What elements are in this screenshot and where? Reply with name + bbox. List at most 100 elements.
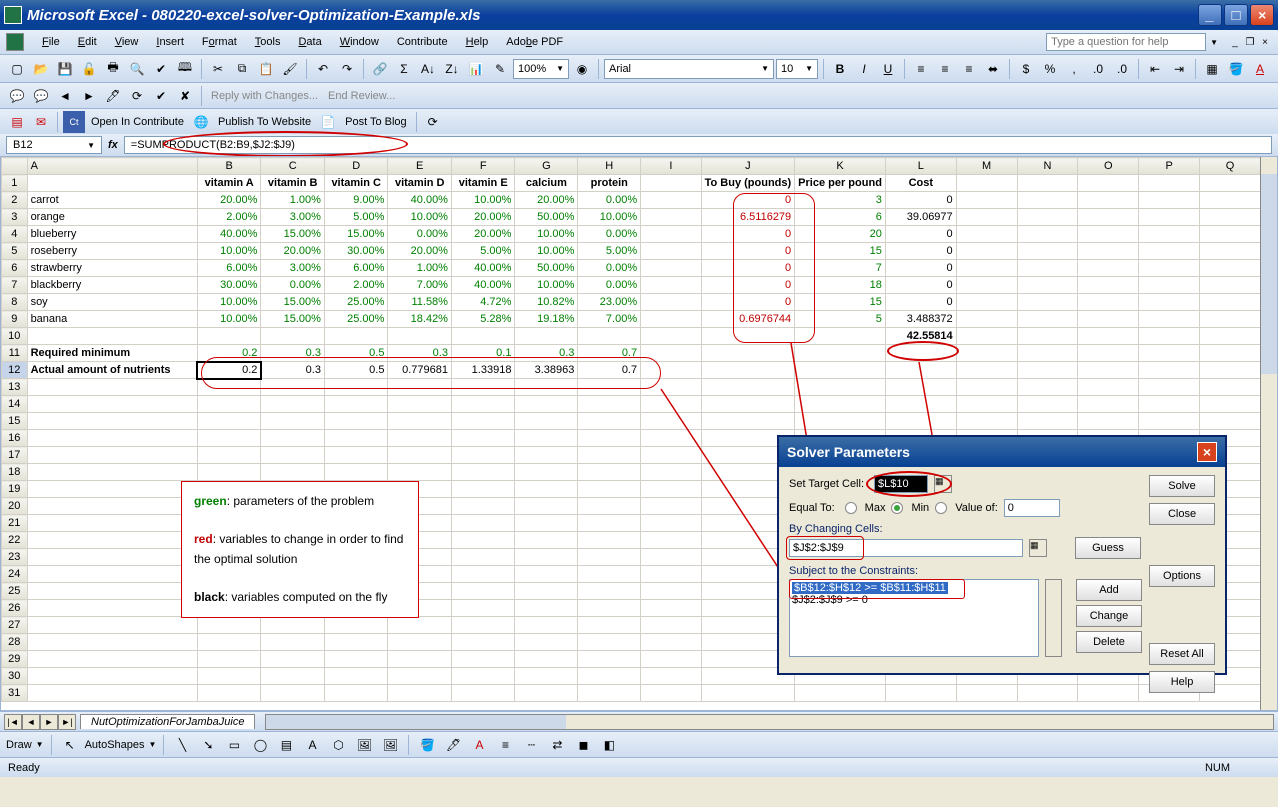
- last-sheet-button[interactable]: ►|: [58, 714, 76, 730]
- menu-help[interactable]: Help: [458, 33, 497, 51]
- reset-button[interactable]: Reset All: [1149, 643, 1215, 665]
- col-F[interactable]: F: [451, 158, 514, 175]
- row-28[interactable]: 28: [2, 634, 28, 651]
- line-icon[interactable]: ╲: [171, 734, 193, 756]
- row-5[interactable]: 5: [2, 243, 28, 260]
- open-contribute-link[interactable]: Open In Contribute: [87, 116, 188, 128]
- row-13[interactable]: 13: [2, 379, 28, 396]
- print-icon[interactable]: 🖶: [102, 58, 124, 80]
- fill-color-icon[interactable]: 🪣: [1225, 58, 1247, 80]
- underline-button[interactable]: U: [877, 58, 899, 80]
- decrease-indent-icon[interactable]: ⇤: [1144, 58, 1166, 80]
- drawing-icon[interactable]: ✎: [489, 58, 511, 80]
- show-comment-icon[interactable]: 💬: [30, 85, 52, 107]
- col-J[interactable]: J: [701, 158, 795, 175]
- row-17[interactable]: 17: [2, 447, 28, 464]
- col-L[interactable]: L: [885, 158, 956, 175]
- solver-close-button[interactable]: ×: [1197, 442, 1217, 462]
- line-style-icon[interactable]: ≡: [494, 734, 516, 756]
- menu-data[interactable]: Data: [290, 33, 329, 51]
- textbox-icon[interactable]: ▤: [275, 734, 297, 756]
- select-all[interactable]: [2, 158, 28, 175]
- 3d-icon[interactable]: ◧: [598, 734, 620, 756]
- col-B[interactable]: B: [197, 158, 260, 175]
- name-box[interactable]: B12▼: [6, 136, 102, 154]
- paste-icon[interactable]: 📋: [255, 58, 277, 80]
- col-E[interactable]: E: [388, 158, 452, 175]
- open-icon[interactable]: 📂: [30, 58, 52, 80]
- row-29[interactable]: 29: [2, 651, 28, 668]
- row-6[interactable]: 6: [2, 260, 28, 277]
- row-23[interactable]: 23: [2, 549, 28, 566]
- oval-icon[interactable]: ◯: [249, 734, 271, 756]
- row-30[interactable]: 30: [2, 668, 28, 685]
- increase-indent-icon[interactable]: ⇥: [1168, 58, 1190, 80]
- row-27[interactable]: 27: [2, 617, 28, 634]
- max-radio[interactable]: [845, 502, 857, 514]
- doc-close-button[interactable]: ×: [1258, 35, 1272, 49]
- help-button[interactable]: Help: [1149, 671, 1215, 693]
- maximize-button[interactable]: □: [1224, 4, 1248, 26]
- change-button[interactable]: Change: [1076, 605, 1142, 627]
- arrow-style-icon[interactable]: ⇄: [546, 734, 568, 756]
- percent-icon[interactable]: %: [1039, 58, 1061, 80]
- row-11[interactable]: 11: [2, 345, 28, 362]
- menu-contribute[interactable]: Contribute: [389, 33, 456, 51]
- borders-icon[interactable]: ▦: [1201, 58, 1223, 80]
- merge-icon[interactable]: ⬌: [982, 58, 1004, 80]
- row-20[interactable]: 20: [2, 498, 28, 515]
- col-O[interactable]: O: [1078, 158, 1139, 175]
- changing-ref-button[interactable]: ▦: [1029, 539, 1047, 557]
- draw-menu[interactable]: Draw: [6, 739, 32, 751]
- align-right-icon[interactable]: ≡: [958, 58, 980, 80]
- menu-edit[interactable]: Edit: [70, 33, 105, 51]
- fx-icon[interactable]: fx: [108, 139, 118, 151]
- zoom-combo[interactable]: 100%▼: [513, 59, 569, 79]
- ink-icon[interactable]: 🖊: [102, 85, 124, 107]
- save-icon[interactable]: 💾: [54, 58, 76, 80]
- formula-input[interactable]: =SUMPRODUCT(B2:B9,$J2:$J9): [124, 136, 1272, 154]
- align-center-icon[interactable]: ≡: [934, 58, 956, 80]
- hyperlink-icon[interactable]: 🔗: [369, 58, 391, 80]
- sheet-tab-active[interactable]: NutOptimizationForJambaJuice: [80, 714, 255, 729]
- accept-icon[interactable]: ✔: [150, 85, 172, 107]
- col-H[interactable]: H: [578, 158, 641, 175]
- row-9[interactable]: 9: [2, 311, 28, 328]
- row-18[interactable]: 18: [2, 464, 28, 481]
- valueof-input[interactable]: 0: [1004, 499, 1060, 517]
- row-24[interactable]: 24: [2, 566, 28, 583]
- track-icon[interactable]: ⟳: [126, 85, 148, 107]
- autoshapes-menu[interactable]: AutoShapes: [85, 739, 145, 751]
- options-button[interactable]: Options: [1149, 565, 1215, 587]
- comment-icon[interactable]: 💬: [6, 85, 28, 107]
- valueof-radio[interactable]: [935, 502, 947, 514]
- clipart-icon[interactable]: 🖼: [353, 734, 375, 756]
- constraint-1[interactable]: $B$12:$H$12 >= $B$11:$H$11: [792, 582, 948, 594]
- chart-icon[interactable]: 📊: [465, 58, 487, 80]
- close-button[interactable]: ×: [1250, 4, 1274, 26]
- end-review-link[interactable]: End Review...: [324, 90, 399, 102]
- target-ref-button[interactable]: ▦: [934, 475, 952, 493]
- autosum-icon[interactable]: Σ: [393, 58, 415, 80]
- copy-icon[interactable]: ⧉: [231, 58, 253, 80]
- col-N[interactable]: N: [1017, 158, 1078, 175]
- add-button[interactable]: Add: [1076, 579, 1142, 601]
- prev-sheet-button[interactable]: ◄: [22, 714, 40, 730]
- next-comment-icon[interactable]: ►: [78, 85, 100, 107]
- row-22[interactable]: 22: [2, 532, 28, 549]
- font-color-icon[interactable]: A: [1249, 58, 1271, 80]
- col-G[interactable]: G: [515, 158, 578, 175]
- vertical-scrollbar[interactable]: [1260, 157, 1277, 710]
- col-C[interactable]: C: [261, 158, 325, 175]
- guess-button[interactable]: Guess: [1075, 537, 1141, 559]
- preview-icon[interactable]: 🔍: [126, 58, 148, 80]
- row-19[interactable]: 19: [2, 481, 28, 498]
- reject-icon[interactable]: ✘: [174, 85, 196, 107]
- menu-format[interactable]: Format: [194, 33, 245, 51]
- first-sheet-button[interactable]: |◄: [4, 714, 22, 730]
- font-color-icon[interactable]: A: [468, 734, 490, 756]
- doc-restore-button[interactable]: ❐: [1243, 35, 1257, 49]
- help-dropdown-icon[interactable]: ▼: [1210, 38, 1218, 47]
- help-input[interactable]: [1046, 33, 1206, 51]
- row-3[interactable]: 3: [2, 209, 28, 226]
